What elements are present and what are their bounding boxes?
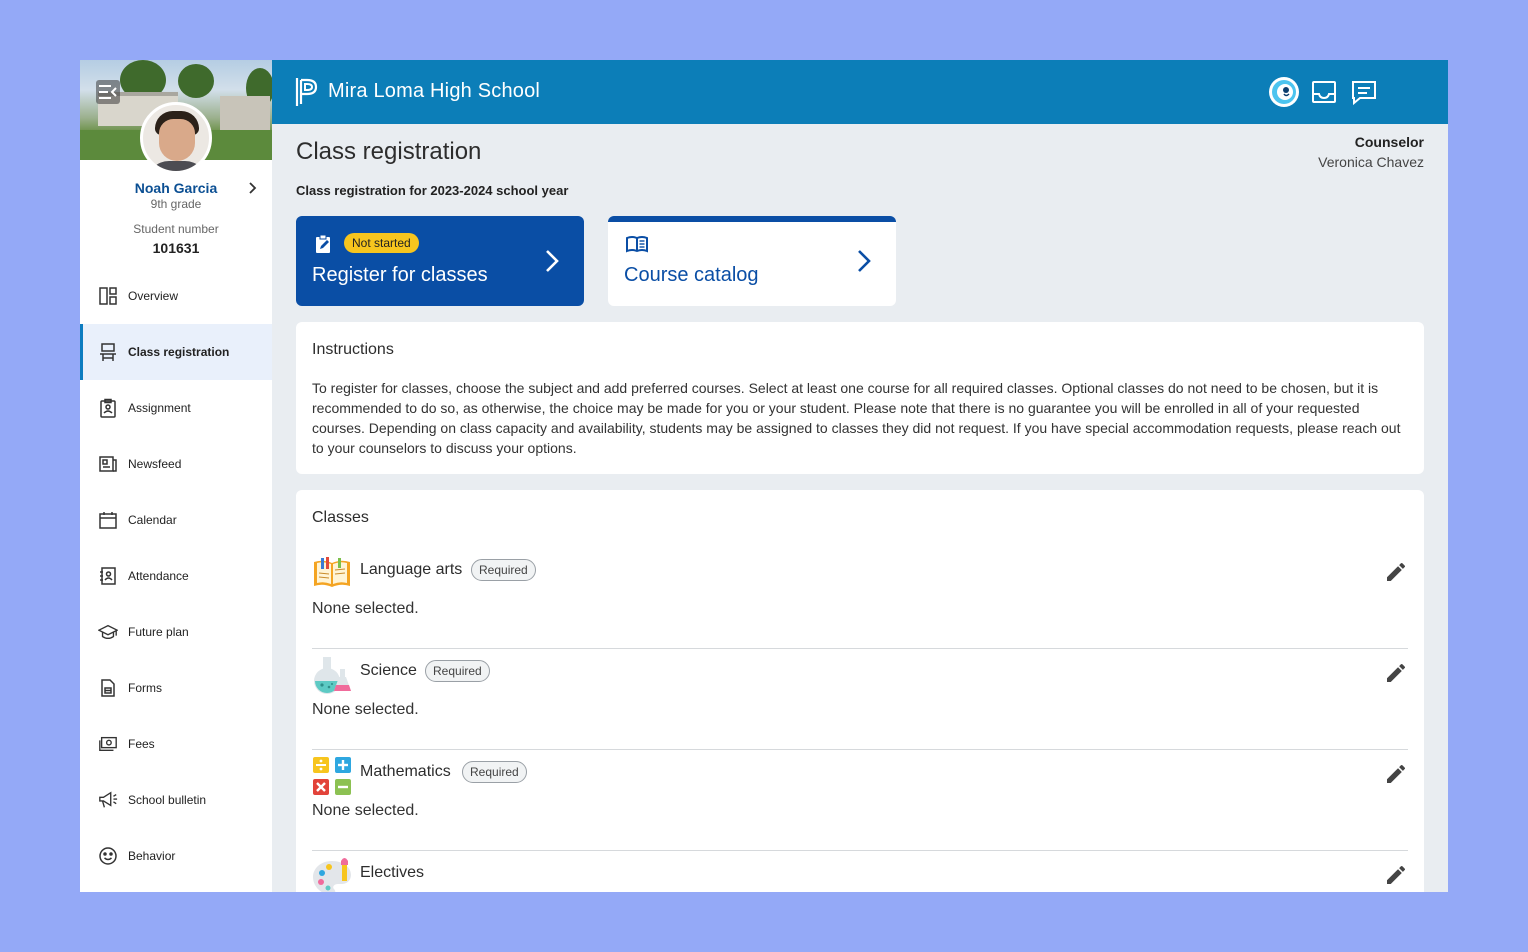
sidebar-item-attendance[interactable]: Attendance xyxy=(80,548,272,604)
chevron-right-icon xyxy=(858,250,871,272)
sidebar-item-behavior[interactable]: Behavior xyxy=(80,828,272,884)
messages-button[interactable] xyxy=(1348,76,1380,108)
sidebar-item-label: Attendance xyxy=(128,569,189,583)
course-catalog-card[interactable]: Course catalog xyxy=(608,216,896,306)
class-name: Electives xyxy=(360,864,425,881)
inbox-icon xyxy=(1312,81,1336,103)
behavior-icon xyxy=(98,846,118,866)
page-title: Class registration xyxy=(296,138,482,165)
paint-palette-icon xyxy=(313,858,351,892)
classes-title: Classes xyxy=(312,509,369,526)
sidebar-item-assignment[interactable]: Assignment xyxy=(80,380,272,436)
chevron-right-icon[interactable] xyxy=(244,180,260,196)
student-avatar xyxy=(140,102,212,174)
school-name: Mira Loma High School xyxy=(328,80,541,102)
sidebar-item-calendar[interactable]: Calendar xyxy=(80,492,272,548)
sidebar: Noah Garcia 9th grade Student number 101… xyxy=(80,60,272,892)
register-card-title: Register for classes xyxy=(312,264,488,286)
register-for-classes-card[interactable]: Not started Register for classes xyxy=(296,216,584,306)
required-badge: Required xyxy=(425,660,490,682)
calendar-icon xyxy=(98,510,118,530)
sidebar-item-fees[interactable]: Fees xyxy=(80,716,272,772)
graduation-cap-icon xyxy=(98,622,118,642)
sidebar-item-forms[interactable]: Forms xyxy=(80,660,272,716)
sidebar-item-label: Newsfeed xyxy=(128,457,182,471)
status-badge: Not started xyxy=(344,233,419,253)
edit-pencil-icon[interactable] xyxy=(1384,560,1408,584)
sidebar-item-label: Class registration xyxy=(128,345,230,359)
class-row-language-arts: Language arts Required None selected. xyxy=(312,548,1408,649)
class-selection-text: None selected. xyxy=(312,701,419,718)
newsfeed-icon xyxy=(98,454,118,474)
sidebar-item-label: Future plan xyxy=(128,625,189,639)
forms-icon xyxy=(98,678,118,698)
assignment-icon xyxy=(98,398,118,418)
class-name: Mathematics xyxy=(360,763,451,780)
fees-icon xyxy=(98,734,118,754)
menu-collapse-icon xyxy=(99,85,117,99)
sidebar-item-label: Assignment xyxy=(128,401,191,415)
student-number: 101631 xyxy=(152,240,200,256)
counselor-name: Veronica Chavez xyxy=(1318,154,1424,170)
overview-icon xyxy=(98,286,118,306)
sidebar-item-label: School bulletin xyxy=(128,793,207,807)
book-icon xyxy=(626,236,648,253)
edit-pencil-icon[interactable] xyxy=(1384,661,1408,685)
class-name: Language arts xyxy=(360,561,463,578)
class-row-electives: Electives xyxy=(312,851,1408,892)
top-header: Mira Loma High School 4 DG xyxy=(272,60,1448,124)
edit-document-icon xyxy=(316,234,330,253)
student-number-label: Student number xyxy=(133,222,219,236)
math-operators-icon xyxy=(313,757,351,795)
open-book-icon xyxy=(314,557,350,587)
student-grade: 9th grade xyxy=(150,197,202,211)
catalog-card-title: Course catalog xyxy=(624,264,759,286)
sidebar-item-class-registration[interactable]: Class registration xyxy=(80,324,272,380)
class-name: Science xyxy=(360,662,417,679)
classes-panel: Classes Language arts Required None sele… xyxy=(296,490,1424,892)
class-registration-icon xyxy=(98,342,118,362)
class-selection-text: None selected. xyxy=(312,600,419,617)
flask-icon xyxy=(314,657,351,694)
app-window: Noah Garcia 9th grade Student number 101… xyxy=(80,60,1448,892)
sidebar-item-future-plan[interactable]: Future plan xyxy=(80,604,272,660)
class-selection-text: None selected. xyxy=(312,802,419,819)
assistant-icon xyxy=(1269,77,1299,107)
sidebar-item-overview[interactable]: Overview xyxy=(80,268,272,324)
assistant-button[interactable] xyxy=(1268,76,1300,108)
instructions-text: To register for classes, choose the subj… xyxy=(312,380,1401,456)
edit-pencil-icon[interactable] xyxy=(1384,762,1408,786)
powerschool-logo-icon[interactable] xyxy=(294,76,320,108)
class-row-science: Science Required None selected. xyxy=(312,649,1408,750)
instructions-panel: Instructions To register for classes, ch… xyxy=(296,322,1424,474)
instructions-title: Instructions xyxy=(312,341,394,358)
required-badge: Required xyxy=(462,761,527,783)
megaphone-icon xyxy=(98,790,118,810)
page-subtitle: Class registration for 2023-2024 school … xyxy=(296,183,569,198)
sidebar-item-label: Forms xyxy=(128,681,162,695)
sidebar-item-label: Fees xyxy=(128,737,155,751)
sidebar-item-label: Overview xyxy=(128,289,179,303)
sidebar-item-label: Behavior xyxy=(128,849,176,863)
edit-pencil-icon[interactable] xyxy=(1384,863,1408,887)
collapse-menu-button[interactable] xyxy=(96,80,120,104)
sidebar-item-newsfeed[interactable]: Newsfeed xyxy=(80,436,272,492)
sidebar-item-school-bulletin[interactable]: School bulletin xyxy=(80,772,272,828)
counselor-label: Counselor xyxy=(1354,134,1424,150)
sidebar-item-label: Calendar xyxy=(128,513,177,527)
sidebar-nav: Overview Class registration Assignment N… xyxy=(80,268,272,884)
chat-icon xyxy=(1352,81,1376,106)
chevron-right-icon xyxy=(546,250,559,272)
inbox-button[interactable] xyxy=(1308,76,1340,108)
class-row-mathematics: Mathematics Required None selected. xyxy=(312,750,1408,851)
attendance-icon xyxy=(98,566,118,586)
required-badge: Required xyxy=(471,559,536,581)
